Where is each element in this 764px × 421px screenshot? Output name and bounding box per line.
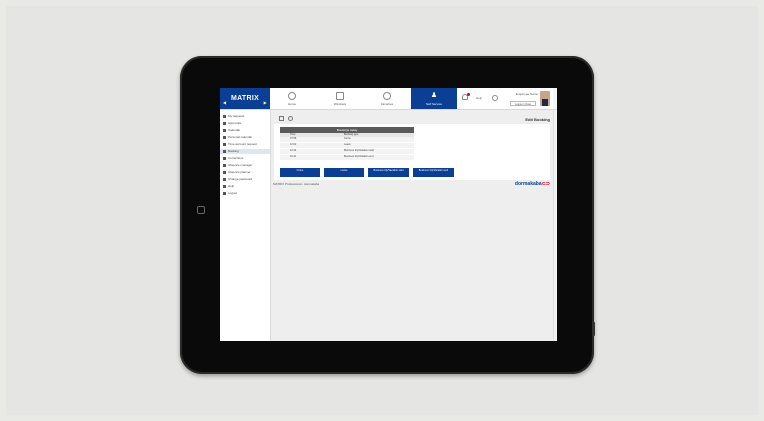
sidebar-item-absence-manager[interactable]: Absence manager xyxy=(223,163,252,168)
booking-panel: Bookings today Time Booking type 07:58 C… xyxy=(274,124,550,180)
nav-item-self-service[interactable]: ♟ Self Service xyxy=(411,88,457,109)
app-logo[interactable]: MATRIX ◀ ▶ xyxy=(220,88,270,109)
sidebar-item-label: Personal calendar xyxy=(228,135,253,139)
cell-time: 12:02 xyxy=(290,143,297,146)
sidebar-item-label: Absence planner xyxy=(228,170,251,174)
page-title: Edit Booking xyxy=(525,117,550,122)
nav-label: Home xyxy=(287,102,296,106)
nav-item-favorites[interactable]: Favorites xyxy=(372,88,402,109)
calendar-icon xyxy=(223,135,226,139)
nav-label: Self Service xyxy=(425,102,442,106)
sidebar-item-label: Absence manager xyxy=(228,163,253,167)
edit-icon xyxy=(223,156,226,160)
brand-logo: dormakaba⊂⊃ xyxy=(515,181,550,187)
sidebar-item-approvals[interactable]: Approvals xyxy=(223,121,241,126)
sidebar: My requests Approvals Calendar Personal … xyxy=(220,110,271,341)
sidebar-item-corrections[interactable]: Corrections xyxy=(223,156,243,161)
top-navigation-bar: MATRIX ◀ ▶ Home Windows Favorites ♟ Self… xyxy=(220,88,557,110)
clock-icon xyxy=(288,92,296,100)
cell-time: 16:11 xyxy=(290,155,297,158)
sidebar-item-calendar[interactable]: Calendar xyxy=(223,128,240,133)
chevron-right-icon[interactable]: ▶ xyxy=(264,100,267,106)
planner-icon xyxy=(223,170,226,174)
cell-type: Business trip/Vacation start xyxy=(344,149,375,152)
sidebar-item-change-password[interactable]: Change password xyxy=(223,177,252,182)
sidebar-item-label: Change password xyxy=(228,177,253,181)
scrollbar-top xyxy=(553,88,557,109)
notification-badge xyxy=(467,93,470,96)
booking-icon xyxy=(223,149,226,153)
star-icon xyxy=(383,92,391,100)
nav-label: Windows xyxy=(333,102,347,106)
cell-type: Leave xyxy=(344,143,351,146)
avatar[interactable] xyxy=(540,91,550,106)
user-name: Employee Name xyxy=(515,92,538,96)
trip-end-button[interactable]: Business trip/Vacation end xyxy=(413,168,454,177)
calendar-icon xyxy=(223,128,226,132)
person-icon xyxy=(223,163,226,167)
brand-name: dormakaba xyxy=(514,181,542,187)
person-icon: ♟ xyxy=(430,92,438,99)
sidebar-item-label: Logout xyxy=(228,191,238,195)
cell-type: Come xyxy=(344,137,351,140)
nav-item-home[interactable]: Home xyxy=(277,88,307,109)
sidebar-item-label: Calendar xyxy=(228,128,241,132)
footer: MATRIX Professional - dormakaba dormakab… xyxy=(271,181,553,187)
cell-type: Business trip/Vacation end xyxy=(344,155,374,158)
trip-start-button[interactable]: Business trip/Vacation start xyxy=(368,168,409,177)
side-button[interactable] xyxy=(592,322,595,336)
table-row[interactable]: 16:11 Business trip/Vacation end xyxy=(280,155,414,161)
sidebar-item-time-account-request[interactable]: Time account request xyxy=(223,142,257,147)
print-icon[interactable] xyxy=(279,116,284,121)
sidebar-item-logout[interactable]: Logout xyxy=(223,191,237,196)
sidebar-item-help[interactable]: Help xyxy=(223,184,234,189)
cell-time: 12:44 xyxy=(290,149,297,152)
toolbar: Edit Booking xyxy=(271,113,553,123)
key-icon xyxy=(223,177,226,181)
leave-button[interactable]: Leave xyxy=(324,168,364,177)
gear-icon[interactable] xyxy=(492,95,498,101)
sidebar-item-label: My requests xyxy=(228,114,245,118)
brand-mark: ⊂⊃ xyxy=(541,181,550,187)
nav-item-windows[interactable]: Windows xyxy=(325,88,355,109)
logout-icon xyxy=(223,191,226,195)
sidebar-item-label: Help xyxy=(228,184,235,188)
sidebar-item-personal-calendar[interactable]: Personal calendar xyxy=(223,135,252,140)
home-button[interactable] xyxy=(197,206,205,214)
bookings-table: Bookings today Time Booking type 07:58 C… xyxy=(280,127,414,161)
refresh-icon[interactable] xyxy=(288,116,293,121)
vertical-scrollbar[interactable] xyxy=(553,110,557,341)
sidebar-item-label: Corrections xyxy=(228,156,244,160)
sidebar-item-absence-planner[interactable]: Absence planner xyxy=(223,170,251,175)
sidebar-item-booking[interactable]: Booking xyxy=(220,149,270,154)
come-button[interactable]: Come xyxy=(280,168,320,177)
logout-button[interactable]: Logout / Close xyxy=(510,101,536,106)
chevron-left-icon[interactable]: ◀ xyxy=(223,100,226,106)
grid-icon xyxy=(336,92,344,100)
sidebar-item-label: Booking xyxy=(228,149,239,153)
logo-text: MATRIX xyxy=(230,95,260,102)
sidebar-item-label: Approvals xyxy=(228,121,242,125)
cell-time: 07:58 xyxy=(290,137,297,140)
clock-icon xyxy=(223,142,226,146)
sidebar-item-my-requests[interactable]: My requests xyxy=(223,114,244,119)
app-screen: MATRIX ◀ ▶ Home Windows Favorites ♟ Self… xyxy=(220,88,557,341)
help-link[interactable]: Help xyxy=(476,96,482,100)
footer-text: MATRIX Professional - dormakaba xyxy=(273,182,320,186)
main-content: Edit Booking Bookings today Time Booking… xyxy=(271,110,553,341)
nav-label: Favorites xyxy=(380,102,394,106)
list-icon xyxy=(223,114,226,118)
sidebar-item-label: Time account request xyxy=(228,142,257,146)
help-icon xyxy=(223,184,226,188)
check-icon xyxy=(223,121,226,125)
